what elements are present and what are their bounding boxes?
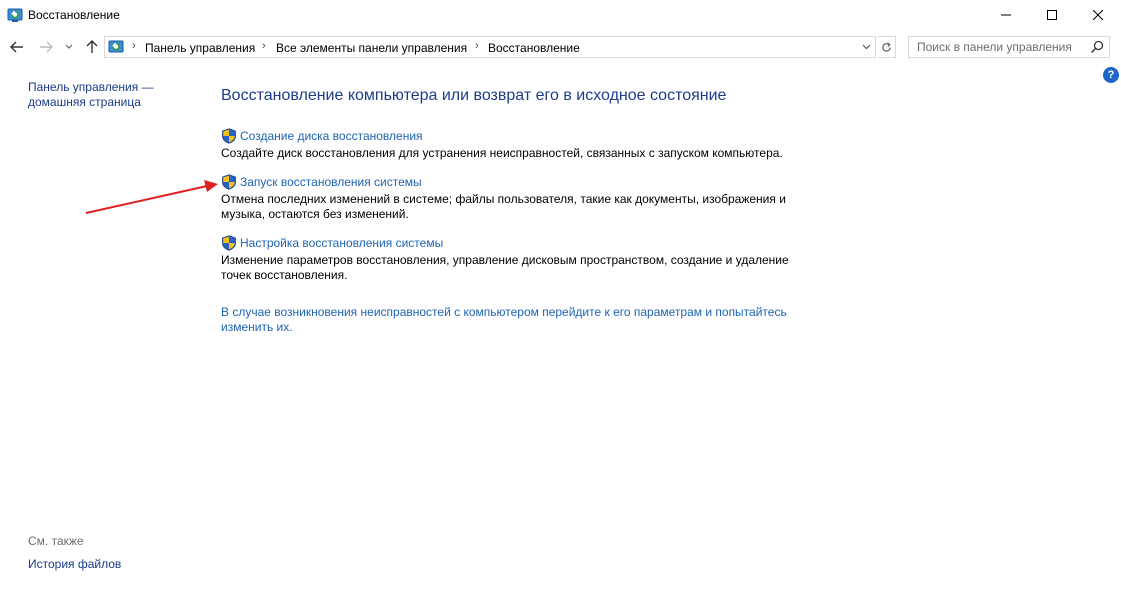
start-system-restore-link[interactable]: Запуск восстановления системы xyxy=(221,174,791,190)
refresh-icon xyxy=(882,41,891,52)
up-button[interactable] xyxy=(82,37,102,57)
chevron-down-icon xyxy=(65,44,73,49)
close-button[interactable] xyxy=(1075,0,1121,30)
close-icon xyxy=(1093,10,1103,20)
troubleshoot-reset-link[interactable]: В случае возникновения неисправностей с … xyxy=(221,305,801,335)
uac-shield-icon xyxy=(222,128,236,144)
arrow-right-icon xyxy=(40,41,53,53)
search-icon[interactable] xyxy=(1090,40,1104,54)
control-panel-home-link[interactable]: Панель управления — домашняя страница xyxy=(28,80,188,110)
start-system-restore-label: Запуск восстановления системы xyxy=(240,175,422,189)
minimize-icon xyxy=(1001,14,1011,16)
configure-system-restore-label: Настройка восстановления системы xyxy=(240,236,444,250)
breadcrumb-control-panel[interactable]: Панель управления xyxy=(145,41,255,55)
back-button[interactable] xyxy=(7,37,27,57)
configure-system-restore-link[interactable]: Настройка восстановления системы xyxy=(221,235,791,251)
breadcrumb-separator-icon[interactable]: › xyxy=(475,40,479,52)
arrow-left-icon xyxy=(10,41,23,53)
configure-system-restore-description: Изменение параметров восстановления, упр… xyxy=(221,253,789,282)
search-box[interactable] xyxy=(908,36,1110,58)
page-title: Восстановление компьютера или возврат ег… xyxy=(221,87,727,104)
breadcrumb-separator-icon[interactable]: › xyxy=(132,40,136,52)
arrow-up-icon xyxy=(86,40,98,53)
task-start-system-restore: Запуск восстановления системы Отмена пос… xyxy=(221,174,791,222)
window-title: Восстановление xyxy=(28,8,120,22)
red-arrow-annotation xyxy=(85,180,218,214)
create-recovery-drive-label: Создание диска восстановления xyxy=(240,129,423,143)
see-also-heading: См. также xyxy=(28,534,84,548)
address-bar[interactable]: › Панель управления › Все элементы панел… xyxy=(104,36,876,58)
uac-shield-icon xyxy=(222,174,236,190)
recovery-icon xyxy=(7,7,23,23)
create-recovery-drive-link[interactable]: Создание диска восстановления xyxy=(221,128,791,144)
help-button[interactable]: ? xyxy=(1103,67,1119,83)
maximize-button[interactable] xyxy=(1029,0,1075,30)
minimize-button[interactable] xyxy=(983,0,1029,30)
navigation-bar: › Панель управления › Все элементы панел… xyxy=(0,33,1121,61)
forward-button[interactable] xyxy=(36,37,56,57)
address-dropdown-button[interactable] xyxy=(859,40,873,54)
start-system-restore-description: Отмена последних изменений в системе; фа… xyxy=(221,192,786,221)
breadcrumb-separator-icon[interactable]: › xyxy=(262,40,266,52)
recent-locations-button[interactable] xyxy=(62,37,76,57)
control-panel-icon xyxy=(108,39,124,55)
task-configure-system-restore: Настройка восстановления системы Изменен… xyxy=(221,235,791,283)
refresh-button[interactable] xyxy=(878,36,896,58)
maximize-icon xyxy=(1047,10,1057,20)
uac-shield-icon xyxy=(222,235,236,251)
breadcrumb-all-items[interactable]: Все элементы панели управления xyxy=(276,41,467,55)
task-create-recovery-drive: Создание диска восстановления Создайте д… xyxy=(221,128,791,161)
create-recovery-drive-description: Создайте диск восстановления для устране… xyxy=(221,146,783,160)
breadcrumb-recovery[interactable]: Восстановление xyxy=(488,41,580,55)
search-input[interactable] xyxy=(909,37,1089,57)
title-bar: Восстановление xyxy=(0,0,1121,30)
chevron-down-icon xyxy=(862,44,870,50)
file-history-link[interactable]: История файлов xyxy=(28,557,121,571)
